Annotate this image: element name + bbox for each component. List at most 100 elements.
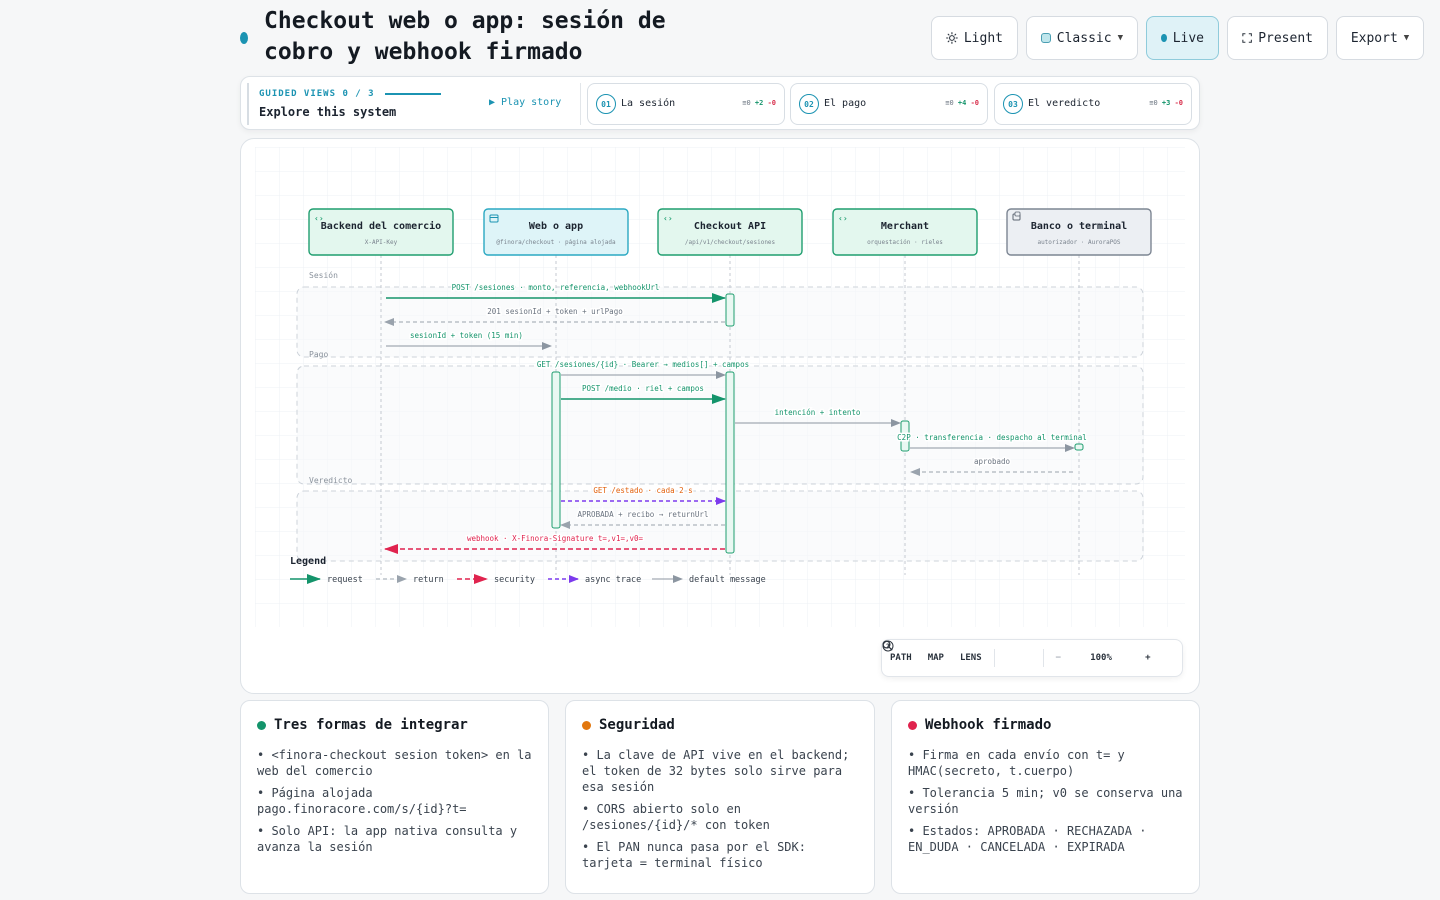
participant-subtitle: @finora/checkout · página alojada (496, 239, 616, 246)
message-label: APROBADA + recibo → returnUrl (578, 510, 709, 519)
step-name: El veredicto (1028, 98, 1101, 109)
list-item: • Firma en cada envío con t= y HMAC(secr… (908, 748, 1125, 778)
divider (1042, 649, 1044, 667)
list-item: • La clave de API vive en el backend; el… (582, 748, 850, 794)
guided-step-3[interactable]: 03 El veredicto ≡0 +3 -0 (994, 83, 1192, 125)
participant-subtitle: autorizador · AuroraPOS (1037, 239, 1120, 246)
step-number: 02 (799, 94, 819, 114)
message-label: POST /medio · riel + campos (582, 384, 704, 393)
light-theme-button[interactable]: Light (931, 16, 1018, 60)
sun-icon (946, 32, 958, 44)
zoom-toolbar: PATH MAP LENS ? − 100% + (881, 639, 1183, 677)
terminal-icon-part (1014, 211, 1021, 217)
activation-bar (551, 371, 561, 529)
message-label: GET /estado · cada 2 s (593, 486, 692, 495)
participant-subtitle: orquestación · rieles (867, 239, 943, 246)
participant-name: Checkout API (694, 221, 766, 232)
card-title-text: Webhook firmado (925, 717, 1052, 733)
participant-subtitle: X-API-Key (365, 239, 398, 246)
export-button[interactable]: Export ▼ (1336, 16, 1424, 60)
guided-views-label: GUIDED VIEWS 0 / 3 (259, 89, 375, 99)
card-list: • La clave de API vive en el backend; el… (582, 747, 860, 877)
status-dot (908, 720, 917, 730)
card-list: • Firma en cada envío con t= y HMAC(secr… (908, 747, 1185, 861)
message-label: aprobado (974, 457, 1011, 466)
step-name: El pago (824, 98, 867, 109)
page-title: Checkout web o app: sesión de cobro y we… (264, 8, 666, 65)
help-icon: ? (882, 640, 894, 652)
group-label: Pago (309, 350, 328, 359)
card-title: Webhook firmado (908, 717, 1051, 733)
activation-bar (725, 371, 735, 554)
card-list: • <finora-checkout sesion token> en la w… (257, 747, 534, 861)
code-icon: ‹› (838, 214, 848, 223)
participant-name: Backend del comercio (321, 220, 441, 232)
message-label: webhook · X-Finora-Signature t=,v1=,v0= (467, 534, 644, 543)
guided-step-2[interactable]: 02 El pago ≡0 +4 -0 (790, 83, 988, 125)
group-label: Sesión (309, 270, 338, 280)
participant-box (483, 208, 629, 256)
svg-text:?: ? (886, 643, 890, 651)
step-stats: ≡0 +4 -0 (945, 99, 979, 107)
map-button[interactable]: MAP (920, 639, 952, 677)
legend-label: security (494, 575, 535, 585)
legend-label: async trace (585, 575, 641, 585)
activation-bar (1074, 443, 1084, 451)
live-dot-icon (1161, 34, 1167, 42)
chevron-down-icon: ▼ (1403, 33, 1410, 43)
card-title-text: Tres formas de integrar (274, 717, 468, 733)
participant-box (308, 208, 454, 256)
step-stats: ≡0 +2 -0 (742, 99, 776, 107)
status-dot (257, 720, 266, 730)
fullscreen-icon (1242, 33, 1252, 43)
legend-label: default message (689, 575, 766, 585)
guided-views-summary: GUIDED VIEWS 0 / 3 Explore this system ▶… (247, 83, 577, 125)
participant-box (1006, 208, 1152, 256)
participant-name: Merchant (881, 221, 929, 232)
diagram-canvas[interactable]: Sesión Pago Veredicto ‹› Backend del comerci… (240, 138, 1200, 694)
message-label: sesionId + token (15 min) (410, 331, 523, 340)
message-label: intención + intento (775, 408, 861, 417)
message-label: 201 sesionId + token + urlPago (487, 307, 623, 316)
activation-bar (725, 293, 735, 327)
theme-swatch-icon (1041, 33, 1051, 43)
list-item: • Solo API: la app nativa consulta y ava… (257, 824, 518, 854)
list-item: • <finora-checkout sesion token> en la w… (257, 748, 532, 778)
list-item: • CORS abierto solo en /sesiones/{id}/* … (582, 802, 770, 832)
guided-progress-line (385, 93, 441, 95)
live-button[interactable]: Live (1146, 16, 1219, 60)
legend-label: request (327, 575, 363, 585)
card-title: Tres formas de integrar (257, 717, 468, 733)
participant-box (657, 208, 803, 256)
present-button[interactable]: Present (1227, 16, 1328, 60)
sequence-diagram: Sesión Pago Veredicto ‹› Backend del comerci… (255, 147, 1185, 627)
card-webhook: Webhook firmado • Firma en cada envío co… (891, 700, 1200, 894)
lens-button[interactable]: LENS (952, 639, 990, 677)
light-label: Light (963, 30, 1003, 46)
message-label: GET /sesiones/{id} · Bearer → medios[] +… (537, 360, 749, 369)
toolbar: Light Classic ▼ Live Present Export ▼ (931, 16, 1424, 60)
zoom-level: 100% (1090, 653, 1112, 663)
zoom-out-button[interactable]: − (1048, 639, 1069, 677)
chevron-down-icon: ▼ (1117, 33, 1123, 43)
group-label: Veredicto (309, 476, 353, 485)
list-item: • El PAN nunca pasa por el SDK: tarjeta … (582, 840, 806, 870)
search-button[interactable] (882, 639, 1015, 677)
list-item: • Página alojada pago.finoracore.com/s/{… (257, 786, 467, 816)
help-button[interactable]: ? (882, 639, 1039, 677)
card-title-text: Seguridad (599, 717, 675, 733)
play-story-button[interactable]: ▶ Play story (489, 97, 561, 108)
guided-step-1[interactable]: 01 La sesión ≡0 +2 -0 (587, 83, 785, 125)
card-title: Seguridad (582, 717, 675, 733)
zoom-in-button[interactable]: + (1137, 639, 1158, 677)
step-stats: ≡0 +3 -0 (1149, 99, 1183, 107)
guided-views-subtitle: Explore this system (259, 105, 397, 119)
participant-subtitle: /api/v1/checkout/sesiones (685, 239, 776, 246)
guided-views-bar: GUIDED VIEWS 0 / 3 Explore this system ▶… (240, 76, 1200, 130)
participant-name: Banco o terminal (1031, 220, 1127, 232)
theme-select[interactable]: Classic ▼ (1026, 16, 1138, 60)
card-integracion: Tres formas de integrar • <finora-checko… (240, 700, 549, 894)
live-label: Live (1172, 30, 1204, 46)
divider (993, 649, 995, 667)
present-label: Present (1258, 30, 1313, 46)
